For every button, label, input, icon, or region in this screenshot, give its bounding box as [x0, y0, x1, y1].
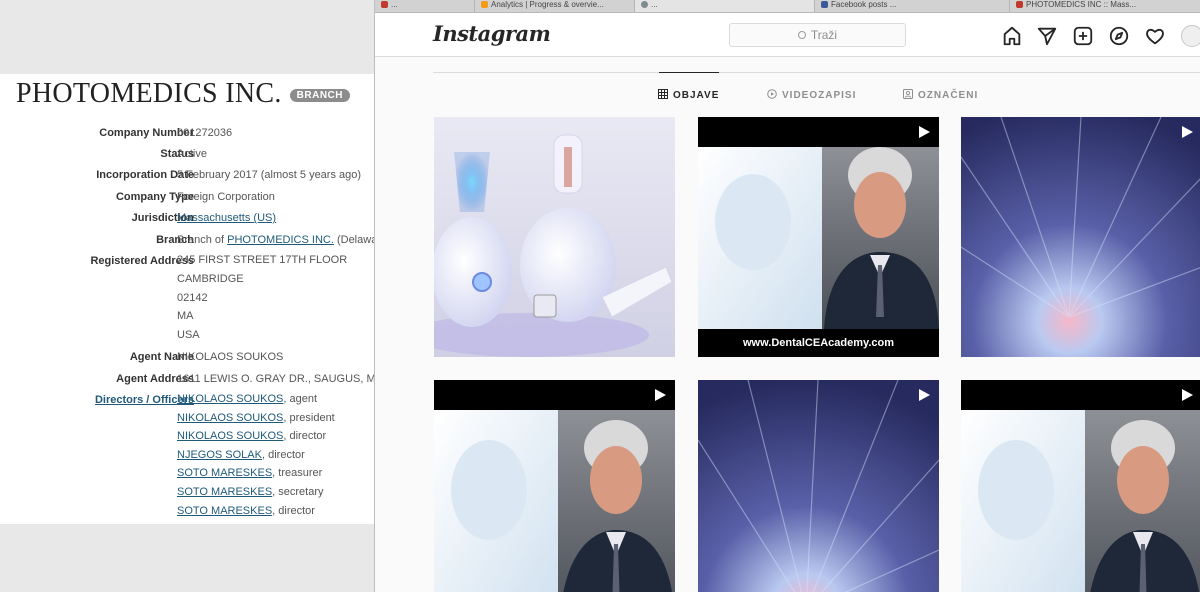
tab-label: PHOTOMEDICS INC :: Mass... [1026, 0, 1137, 9]
tab-videozapisi[interactable]: VIDEOZAPISI [767, 89, 856, 101]
agent-address-value: 1611 LEWIS O. GRAY DR., SAUGUS, MA, [177, 373, 376, 385]
browser-tab[interactable]: PHOTOMEDICS INC :: Mass... [1010, 0, 1200, 12]
instagram-logo[interactable]: Instagram [433, 21, 551, 46]
video-indicator-icon [1182, 126, 1193, 138]
director-name-link[interactable]: SOTO MARESKES [177, 505, 272, 517]
company-title: PHOTOMEDICS INC. BRANCH [16, 78, 350, 110]
search-input[interactable]: Traži [729, 23, 906, 47]
director-role: , president [283, 412, 335, 424]
director-name-link[interactable]: SOTO MARESKES [177, 486, 272, 498]
director-entry: SOTO MARESKES, secretary [177, 486, 324, 498]
tab-favicon [481, 1, 488, 8]
tab-label: OBJAVE [673, 90, 720, 101]
video-icon [767, 89, 777, 99]
director-role: , director [272, 505, 315, 517]
director-entry: SOTO MARESKES, director [177, 505, 315, 517]
jurisdiction-link[interactable]: Massachusetts (US) [177, 212, 276, 224]
new-post-icon[interactable] [1072, 25, 1094, 47]
video-indicator-icon [1182, 389, 1193, 401]
device-product-image [434, 117, 675, 357]
tab-label: VIDEOZAPISI [782, 90, 857, 101]
tab-label: Analytics | Progress & overvie... [491, 0, 604, 9]
tab-favicon [1016, 1, 1023, 8]
portrait-image [698, 117, 939, 357]
address-line: CAMBRIDGE [177, 273, 244, 285]
tab-label: Facebook posts ... [831, 0, 897, 9]
company-type-value: Foreign Corporation [177, 191, 275, 203]
post-caption: www.DentalCEAcademy.com [698, 329, 939, 357]
tab-label: OZNAČENI [918, 90, 979, 101]
branch-prefix: Branch of [177, 234, 228, 246]
light-burst-image [698, 380, 939, 592]
activity-heart-icon[interactable] [1144, 25, 1166, 47]
light-burst-image [961, 117, 1200, 357]
tab-favicon [381, 1, 388, 8]
browser-tab[interactable]: ... [375, 0, 475, 12]
instagram-header: Instagram Traži [375, 13, 1200, 57]
post-thumbnail-video[interactable] [961, 117, 1200, 357]
grid-icon [658, 89, 668, 99]
direct-icon[interactable] [1036, 25, 1058, 47]
director-name-link[interactable]: NIKOLAOS SOUKOS [177, 430, 283, 442]
post-thumbnail-product[interactable] [434, 117, 675, 357]
browser-tab-strip: ... Analytics | Progress & overvie... ..… [375, 0, 1200, 13]
branch-suffix: (Delaware [336, 234, 376, 246]
post-thumbnail-video[interactable]: www.DentalCEAcademy.com [698, 117, 939, 357]
company-name: PHOTOMEDICS INC. [16, 78, 282, 109]
address-line: 245 FIRST STREET 17TH FLOOR [177, 254, 348, 266]
director-role: , treasurer [272, 467, 323, 479]
tagged-icon [903, 89, 913, 99]
status-value: Active [177, 148, 207, 160]
profile-tabs-divider [433, 72, 1200, 73]
director-role: , director [283, 430, 327, 442]
director-entry: NJEGOS SOLAK, director [177, 449, 305, 461]
tab-oznaceni[interactable]: OZNAČENI [903, 89, 978, 101]
tab-objave[interactable]: OBJAVE [658, 89, 719, 101]
browser-window: ... Analytics | Progress & overvie... ..… [374, 0, 1200, 592]
incorporation-date-value: 5 February 2017 (almost 5 years ago) [177, 169, 362, 181]
director-role: , secretary [272, 486, 324, 498]
tab-favicon [821, 1, 828, 8]
portrait-image [961, 380, 1200, 592]
home-icon[interactable] [1001, 25, 1023, 47]
post-thumbnail-video[interactable] [698, 380, 939, 592]
video-indicator-icon [919, 126, 930, 138]
browser-tab[interactable]: ... [635, 0, 815, 12]
director-entry: NIKOLAOS SOUKOS, president [177, 412, 335, 424]
address-line: 02142 [177, 292, 208, 304]
portrait-image [434, 380, 675, 592]
address-line: MA [177, 310, 194, 322]
director-entry: NIKOLAOS SOUKOS, agent [177, 393, 317, 405]
screen: PHOTOMEDICS INC. BRANCH Company Number 00… [0, 0, 1200, 592]
director-name-link[interactable]: NIKOLAOS SOUKOS [177, 412, 283, 424]
tab-favicon [641, 1, 648, 8]
director-role: , agent [283, 393, 318, 405]
director-name-link[interactable]: NIKOLAOS SOUKOS [177, 393, 283, 405]
post-thumbnail-video[interactable] [961, 380, 1200, 592]
search-icon [797, 31, 806, 39]
director-role: , director [261, 449, 305, 461]
profile-avatar[interactable] [1181, 25, 1200, 47]
video-indicator-icon [655, 389, 666, 401]
director-name-link[interactable]: SOTO MARESKES [177, 467, 272, 479]
branch-badge: BRANCH [289, 89, 350, 102]
browser-tab[interactable]: Analytics | Progress & overvie... [475, 0, 635, 12]
director-entry: NIKOLAOS SOUKOS, director [177, 430, 326, 442]
agent-name-value: NIKOLAOS SOUKOS [177, 351, 284, 363]
browser-tab[interactable]: Facebook posts ... [815, 0, 1010, 12]
director-entry: SOTO MARESKES, treasurer [177, 467, 322, 479]
video-indicator-icon [919, 389, 930, 401]
company-number-value: 001272036 [177, 127, 233, 139]
explore-icon[interactable] [1108, 25, 1130, 47]
active-tab-indicator [659, 72, 719, 73]
tab-label: ... [391, 0, 398, 9]
parent-company-link[interactable]: PHOTOMEDICS INC. [227, 234, 334, 246]
search-placeholder: Traži [810, 28, 838, 42]
company-registry-page: PHOTOMEDICS INC. BRANCH Company Number 00… [0, 74, 376, 524]
tab-label: ... [651, 0, 658, 9]
address-line: USA [177, 329, 200, 341]
post-thumbnail-video[interactable] [434, 380, 675, 592]
director-name-link[interactable]: NJEGOS SOLAK [177, 449, 262, 461]
